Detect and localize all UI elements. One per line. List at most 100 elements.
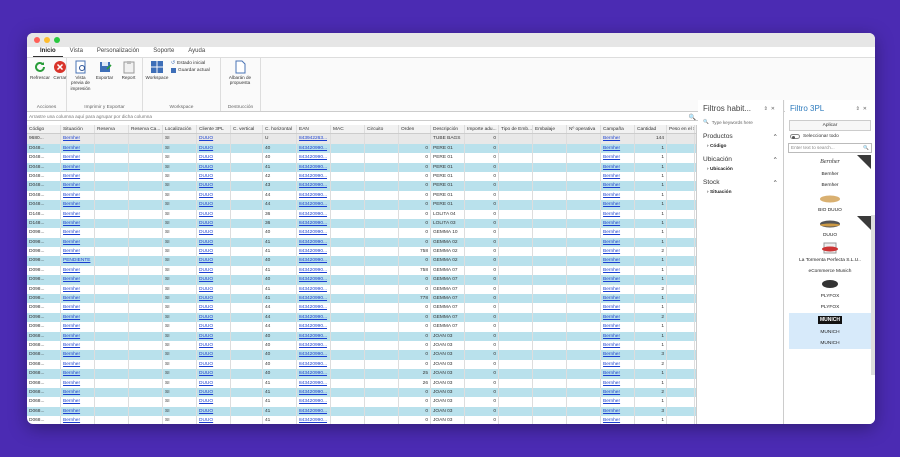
table-cell[interactable]: Bernher	[601, 218, 635, 229]
menu-inicio[interactable]: Inicio	[33, 47, 63, 57]
table-cell[interactable]: 843420990...	[297, 340, 331, 351]
table-cell[interactable]: Bernher	[61, 190, 95, 201]
table-cell[interactable]: DUUO	[197, 171, 231, 182]
table-cell[interactable]: 843420990...	[297, 378, 331, 388]
table-cell[interactable]: Bernher	[601, 200, 635, 210]
table-cell[interactable]: Bernher	[61, 387, 95, 398]
table-cell[interactable]: Bernher	[601, 237, 635, 248]
table-cell[interactable]: Bernher	[61, 200, 95, 210]
table-cell[interactable]: DUUO	[197, 303, 231, 313]
table-cell[interactable]: Bernher	[61, 331, 95, 341]
report-button[interactable]: Report	[118, 60, 139, 91]
column-header[interactable]: Reserva	[95, 125, 129, 134]
table-cell[interactable]: 843420990...	[297, 265, 331, 276]
table-row[interactable]: D098... Bernher SI DUUO 40 843420990... 0 GEMMA…	[27, 228, 696, 238]
brand-label[interactable]: PLYFOX	[785, 291, 875, 302]
table-cell[interactable]: 843420990...	[297, 331, 331, 341]
brand-label[interactable]: BIO DUUO	[785, 205, 875, 216]
table-cell[interactable]: Bernher	[601, 340, 635, 351]
search-icon[interactable]: 🔍	[689, 114, 696, 121]
table-cell[interactable]: 843420990...	[297, 294, 331, 304]
table-cell[interactable]: DUUO	[197, 218, 231, 229]
estado-inicial-button[interactable]: ↺ Estado inicial	[171, 61, 210, 66]
brand-logo-munich[interactable]: MUNICH	[789, 313, 871, 327]
workspace-button[interactable]: Workspace	[146, 60, 168, 80]
brand-label[interactable]: Bernher	[785, 169, 875, 180]
table-cell[interactable]: Bernher	[601, 416, 635, 424]
table-cell[interactable]: Bernher	[601, 294, 635, 304]
table-row[interactable]: D098... Bernher SI DUUO 41 843420990... 0 GEMMA…	[27, 284, 696, 295]
table-cell[interactable]: DUUO	[197, 340, 231, 351]
panel-controls[interactable]: ⇕✕	[764, 106, 778, 112]
brand-label[interactable]: eCommerce Munich	[785, 266, 875, 277]
brand-label[interactable]: La Tormenta Perfecta S.L.U..	[785, 255, 875, 266]
brand-label[interactable]: MUNICH	[789, 327, 871, 338]
brand-search-input[interactable]: Enter text to search... 🔍	[788, 143, 872, 153]
table-row[interactable]: D068... Bernher SI DUUO 41 843420990... 26 JOAN…	[27, 378, 696, 388]
table-cell[interactable]: 843420990...	[297, 312, 331, 323]
table-cell[interactable]: 843420990...	[297, 218, 331, 229]
table-cell[interactable]: Bernher	[601, 350, 635, 360]
column-header[interactable]: Campaña	[601, 125, 635, 134]
table-cell[interactable]: PENDIENTE	[61, 256, 95, 266]
table-cell[interactable]: Bernher	[61, 406, 95, 417]
table-cell[interactable]: DUUO	[197, 237, 231, 248]
table-cell[interactable]: 843420990...	[297, 256, 331, 266]
table-cell[interactable]: Bernher	[61, 275, 95, 285]
table-row[interactable]: D098... Bernher SI DUUO 41 843420990... 0 GEMMA…	[27, 237, 696, 248]
table-row[interactable]: D068... Bernher SI DUUO 40 843420990... 0 JOAN …	[27, 340, 696, 351]
table-cell[interactable]: Bernher	[601, 397, 635, 407]
table-cell[interactable]: DUUO	[197, 190, 231, 201]
table-cell[interactable]: Bernher	[61, 171, 95, 182]
column-header[interactable]: C. vertical	[231, 125, 263, 134]
table-row[interactable]: D048... Bernher SI DUUO 40 843420990... 0 PERE …	[27, 143, 696, 154]
table-cell[interactable]: Bernher	[61, 247, 95, 257]
table-cell[interactable]: 843420990...	[297, 237, 331, 248]
table-row[interactable]: D068... Bernher SI DUUO 40 843420990... 0 JOAN …	[27, 331, 696, 341]
table-cell[interactable]: Bernher	[601, 303, 635, 313]
table-cell[interactable]: Bernher	[61, 162, 95, 172]
table-row[interactable]: D068... Bernher SI DUUO 41 843420990... 0 JOAN …	[27, 397, 696, 407]
column-header[interactable]: Cantidad	[635, 125, 667, 134]
table-cell[interactable]: Bernher	[61, 350, 95, 360]
table-cell[interactable]: Bernher	[601, 134, 635, 144]
keyword-search[interactable]: 🔍 Type keywords here	[698, 117, 783, 127]
table-cell[interactable]: Bernher	[601, 162, 635, 172]
column-header[interactable]: Código	[27, 125, 61, 134]
table-cell[interactable]: Bernher	[61, 340, 95, 351]
table-row[interactable]: D148... Bernher SI DUUO 36 843420990... 0 LOLIT…	[27, 209, 696, 219]
guardar-actual-button[interactable]: Guardar actual	[171, 68, 210, 73]
filtro-3pl-scrollbar[interactable]	[871, 215, 875, 375]
table-cell[interactable]: Bernher	[61, 143, 95, 154]
table-cell[interactable]: Bernher	[61, 359, 95, 370]
table-row[interactable]: D098... PENDIENTE SI DUUO 40 843420990... 0 GEM…	[27, 256, 696, 266]
menu-ayuda[interactable]: Ayuda	[181, 47, 212, 57]
column-header[interactable]: Situación	[61, 125, 95, 134]
group-by-area[interactable]: Arrastre una columna aquí para agrupar p…	[27, 112, 698, 121]
table-cell[interactable]: 843420990...	[297, 303, 331, 313]
brand-label[interactable]: PLYFOX	[785, 302, 875, 313]
minimize-window-button[interactable]	[44, 37, 50, 43]
table-cell[interactable]: Bernher	[601, 171, 635, 182]
table-cell[interactable]: Bernher	[601, 322, 635, 332]
brand-logo-plyfox[interactable]	[789, 277, 871, 291]
brand-label[interactable]: MUNICH	[789, 338, 871, 349]
menu-personalizacion[interactable]: Personalización	[90, 47, 146, 57]
table-cell[interactable]: Bernher	[601, 275, 635, 285]
table-cell[interactable]: 843420990...	[297, 181, 331, 191]
table-row[interactable]: D068... Bernher SI DUUO 41 843420990... 0 JOAN …	[27, 406, 696, 417]
table-cell[interactable]: 843420990...	[297, 275, 331, 285]
table-cell[interactable]: Bernher	[601, 143, 635, 154]
column-header[interactable]: Importe adu...	[465, 125, 499, 134]
table-cell[interactable]: Bernher	[601, 256, 635, 266]
table-cell[interactable]: DUUO	[197, 143, 231, 154]
brand-logo-duuo[interactable]	[789, 216, 871, 230]
table-cell[interactable]: Bernher	[601, 265, 635, 276]
table-cell[interactable]: Bernher	[601, 378, 635, 388]
table-cell[interactable]: DUUO	[197, 322, 231, 332]
table-cell[interactable]: DUUO	[197, 209, 231, 219]
print-preview-button[interactable]: Vista previa de impresión	[70, 60, 91, 91]
table-cell[interactable]: Bernher	[61, 369, 95, 379]
table-cell[interactable]: DUUO	[197, 331, 231, 341]
section-ubicacion[interactable]: Ubicación ⌃	[698, 154, 783, 166]
